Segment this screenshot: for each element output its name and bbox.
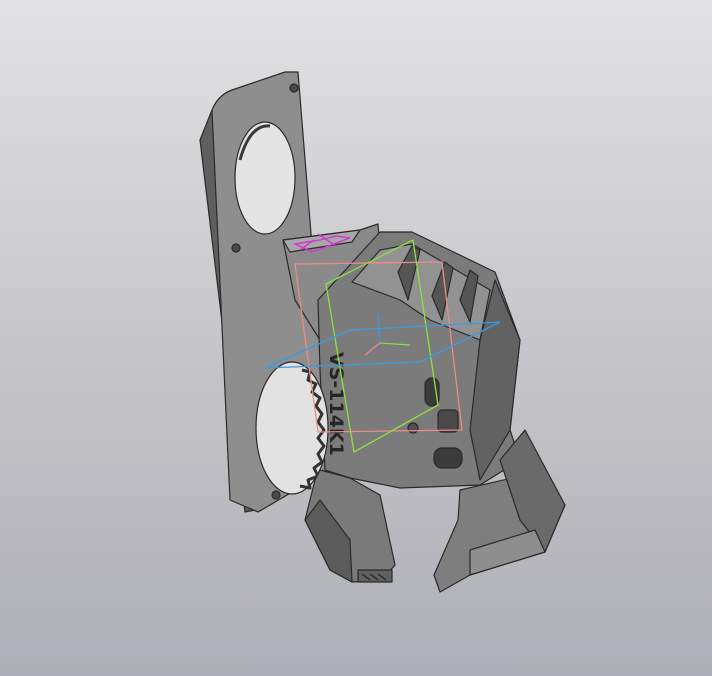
part-model[interactable]: VS-114K1 <box>0 0 712 676</box>
jaw-grip <box>357 569 393 583</box>
3d-viewport[interactable]: VS-114K1 <box>0 0 712 676</box>
part-engraving: VS-114K1 <box>325 352 347 456</box>
screw-hole[interactable] <box>289 83 299 93</box>
screw-hole[interactable] <box>407 422 419 434</box>
screw-hole[interactable] <box>231 243 241 253</box>
screw-hole[interactable] <box>271 490 281 500</box>
adjust-slot[interactable] <box>433 447 463 469</box>
mount-hole-top[interactable] <box>234 121 296 235</box>
adjust-slot[interactable] <box>437 409 459 433</box>
